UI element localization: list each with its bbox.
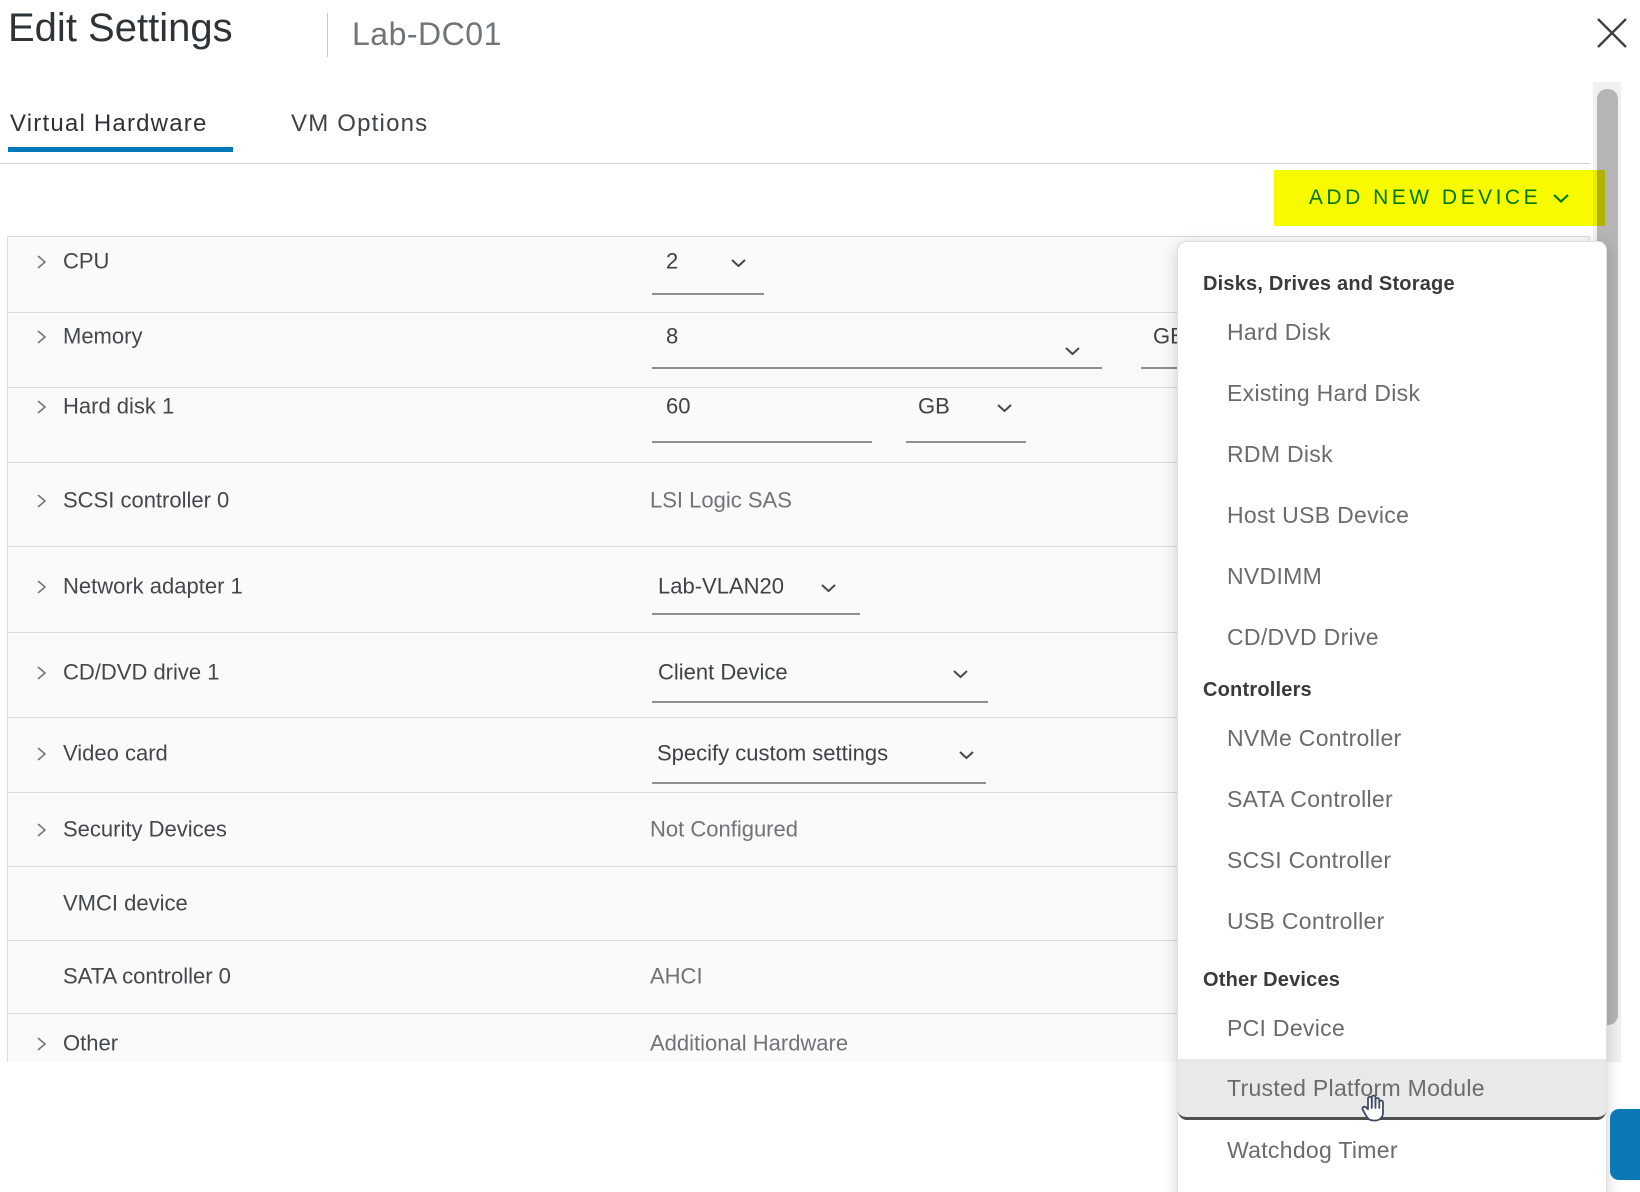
chevron-down-icon[interactable]	[958, 750, 975, 760]
row-label: Other	[63, 1030, 118, 1056]
tab-virtual-hardware[interactable]: Virtual Hardware	[10, 110, 208, 138]
active-tab-underline	[8, 147, 233, 152]
ok-button[interactable]	[1610, 1109, 1640, 1180]
chevron-down-icon[interactable]	[952, 669, 969, 679]
title-separator	[327, 13, 328, 57]
row-label: Video card	[63, 740, 168, 766]
menu-item-rdm-disk[interactable]: RDM Disk	[1178, 424, 1606, 485]
network-select[interactable]: Lab-VLAN20	[658, 573, 784, 599]
add-device-menu: Disks, Drives and Storage Hard Disk Exis…	[1177, 241, 1607, 1192]
chevron-down-icon[interactable]	[730, 258, 747, 268]
menu-section-header: Disks, Drives and Storage	[1178, 266, 1606, 302]
expand-chevron-icon[interactable]	[36, 822, 47, 838]
tabbar-border	[0, 163, 1590, 164]
add-new-device-button[interactable]: ADD NEW DEVICE	[1274, 170, 1605, 226]
input-underline	[652, 367, 1102, 369]
row-label: Memory	[63, 323, 142, 349]
vm-name: Lab-DC01	[352, 16, 502, 53]
cpu-count-select[interactable]: 2	[666, 248, 678, 274]
expand-chevron-icon[interactable]	[36, 399, 47, 415]
menu-item-usb-controller[interactable]: USB Controller	[1178, 891, 1606, 952]
expand-chevron-icon[interactable]	[36, 746, 47, 762]
row-label: CD/DVD drive 1	[63, 659, 219, 685]
expand-chevron-icon[interactable]	[36, 493, 47, 509]
expand-chevron-icon[interactable]	[36, 1036, 47, 1052]
menu-item-sata-controller[interactable]: SATA Controller	[1178, 769, 1606, 830]
menu-section-header: Other Devices	[1178, 962, 1606, 998]
menu-item-existing-hard-disk[interactable]: Existing Hard Disk	[1178, 363, 1606, 424]
input-underline	[652, 613, 860, 615]
input-underline	[652, 782, 986, 784]
input-underline	[652, 701, 988, 703]
row-value: Additional Hardware	[650, 1030, 848, 1056]
menu-item-pci-device[interactable]: PCI Device	[1178, 998, 1606, 1059]
menu-item-nvme-controller[interactable]: NVMe Controller	[1178, 708, 1606, 769]
expand-chevron-icon[interactable]	[36, 254, 47, 270]
row-label: Security Devices	[63, 816, 227, 842]
expand-chevron-icon[interactable]	[36, 665, 47, 681]
chevron-down-icon[interactable]	[1064, 346, 1081, 356]
row-value: LSI Logic SAS	[650, 487, 792, 513]
disk-size-input[interactable]: 60	[666, 393, 690, 419]
row-label: VMCI device	[63, 890, 188, 916]
chevron-down-icon	[1552, 193, 1570, 204]
memory-size-input[interactable]: 8	[666, 323, 678, 349]
edit-settings-dialog: Edit Settings Lab-DC01 Virtual Hardware …	[0, 0, 1640, 1192]
row-label: CPU	[63, 248, 109, 274]
add-new-device-label: ADD NEW DEVICE	[1309, 186, 1541, 210]
cd-dvd-select[interactable]: Client Device	[658, 659, 788, 685]
expand-chevron-icon[interactable]	[36, 579, 47, 595]
row-label: SATA controller 0	[63, 963, 231, 989]
chevron-down-icon[interactable]	[820, 583, 837, 593]
dialog-title: Edit Settings	[8, 6, 233, 51]
row-label: Hard disk 1	[63, 393, 174, 419]
menu-item-trusted-platform-module[interactable]: Trusted Platform Module	[1178, 1059, 1606, 1120]
video-card-select[interactable]: Specify custom settings	[657, 740, 888, 766]
menu-item-host-usb-device[interactable]: Host USB Device	[1178, 485, 1606, 546]
close-icon[interactable]	[1596, 17, 1628, 49]
row-value: AHCI	[650, 963, 703, 989]
tab-vm-options[interactable]: VM Options	[291, 110, 428, 138]
disk-unit-select[interactable]: GB	[918, 393, 950, 419]
menu-item-watchdog-timer[interactable]: Watchdog Timer	[1178, 1120, 1606, 1181]
menu-item-nvdimm[interactable]: NVDIMM	[1178, 546, 1606, 607]
input-underline	[652, 441, 872, 443]
row-label: Network adapter 1	[63, 573, 243, 599]
menu-section-header: Controllers	[1178, 672, 1606, 708]
row-value: Not Configured	[650, 816, 798, 842]
menu-item-cd-dvd-drive[interactable]: CD/DVD Drive	[1178, 607, 1606, 668]
chevron-down-icon[interactable]	[996, 403, 1013, 413]
input-underline	[906, 441, 1026, 443]
expand-chevron-icon[interactable]	[36, 329, 47, 345]
input-underline	[652, 293, 764, 295]
menu-item-scsi-controller[interactable]: SCSI Controller	[1178, 830, 1606, 891]
row-label: SCSI controller 0	[63, 487, 229, 513]
menu-item-hard-disk[interactable]: Hard Disk	[1178, 302, 1606, 363]
